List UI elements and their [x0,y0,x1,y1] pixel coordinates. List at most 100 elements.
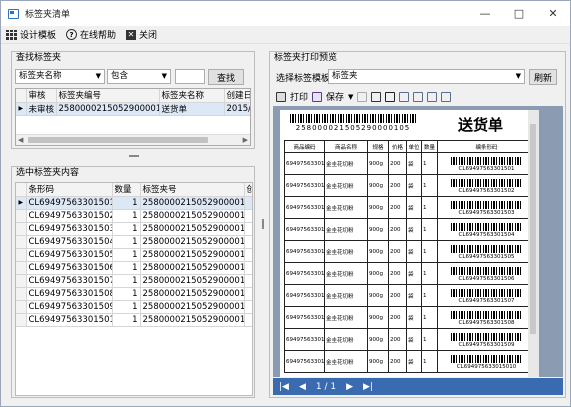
refresh-button[interactable]: 刷新 [529,69,557,85]
scroll-thumb[interactable] [530,124,536,334]
horizontal-scrollbar[interactable]: ◀ ▶ [16,134,250,145]
table-row[interactable]: CL694975633015061258000021505290000105 [16,261,252,275]
prev-page-icon[interactable]: ◀ [299,382,306,392]
preview-vertical-scrollbar[interactable] [528,110,539,377]
row-indicator-icon [16,313,27,327]
table-row[interactable]: CL694975633015031258000021505290000105 [16,222,252,236]
table-row[interactable]: CL694975633015081258000021505290000105 [16,287,252,301]
doc-cell: 6949756330150 [284,306,325,329]
template-select-value: 标签夹 [332,71,358,81]
search-operator-select[interactable]: 包含 ▼ [107,69,171,84]
binoculars-icon[interactable] [385,91,396,102]
splitter-grip[interactable] [129,155,139,157]
two-page-icon[interactable] [413,91,424,102]
search-results-grid[interactable]: 审核 标签夹编号 标签夹名称 创建日期 ▶ 未审核 25800002150529… [15,88,251,146]
cell-created [244,274,252,288]
doc-barcode-text: CL69497563301506 [458,276,515,282]
multi-page-icon[interactable] [427,91,438,102]
cell-folder-no: 258000021505290000105 [140,313,245,327]
zoom-icon[interactable] [441,91,452,102]
print-preview-area: 258000021505290000105 送货单 商品编码 商品名称 规格 价格 单位… [273,106,563,377]
doc-cell: 1 [421,196,438,219]
save-button[interactable]: 保存 [326,90,344,103]
search-field-select[interactable]: 标签夹名称 ▼ [15,69,105,84]
doc-column-header: 规格 [367,140,389,153]
doc-title: 送货单 [458,116,504,134]
single-page-icon[interactable] [399,91,410,102]
cell-folder-no: 258000021505290000105 [140,274,245,288]
preview-toolbar: 打印 保存 ▼ [273,88,563,105]
doc-row: 6949756330150金圭花切粉900g200袋1 CL69497563301… [284,240,536,263]
table-row[interactable]: ▶ 未审核 258000021505290000105 送货单 2015/5/ [16,102,250,116]
next-page-icon[interactable]: ▶ [346,382,353,392]
search-button[interactable]: 查找 [208,69,244,85]
barcode-graphic [450,201,523,209]
column-header-folder-id[interactable]: 标签夹编号 [56,89,160,103]
column-header-created[interactable]: 创 [244,183,252,197]
cell-folder-no: 258000021505290000105 [140,248,245,262]
doc-cell: 金圭花切粉 [324,174,368,197]
print-button[interactable]: 打印 [290,90,308,103]
doc-cell: 袋 [406,196,422,219]
search-value-input[interactable] [175,69,205,84]
cell-folder-no: 258000021505290000105 [140,209,245,223]
doc-cell: 200 [388,350,407,373]
cell-qty: 1 [112,248,141,262]
template-select[interactable]: 标签夹 ▼ [328,69,525,84]
design-template-button[interactable]: 设计模板 [6,28,56,41]
table-row[interactable]: ▶CL694975633015011258000021505290000105 [16,196,252,210]
doc-barcode-cell: CL69497563301502 [437,174,536,197]
cell-qty: 1 [112,235,141,249]
page-icon[interactable] [357,91,368,102]
last-page-icon[interactable]: ▶| [363,382,373,392]
barcode-graphic [450,245,523,253]
column-header-created[interactable]: 创建日期 [224,89,250,103]
online-help-button[interactable]: ? 在线帮助 [66,28,116,41]
preview-page: 258000021505290000105 送货单 商品编码 商品名称 规格 价格 单位… [280,110,539,377]
barcode-graphic [450,223,523,231]
doc-cell: 金圭花切粉 [324,350,368,373]
scroll-thumb[interactable] [28,137,208,143]
doc-row: 6949756330150金圭花切粉900g200袋1 CL69497563301… [284,218,536,241]
close-window-button[interactable]: ✕ [536,1,570,26]
table-row[interactable]: CL694975633015071258000021505290000105 [16,274,252,288]
vertical-splitter-grip[interactable] [262,219,264,229]
column-header-folder-name[interactable]: 标签夹名称 [159,89,225,103]
doc-cell: 袋 [406,284,422,307]
design-template-label: 设计模板 [20,31,57,41]
chevron-down-icon[interactable]: ▼ [348,93,353,101]
column-header-barcode[interactable]: 条形码 [26,183,113,197]
column-header-qty[interactable]: 数量 [112,183,141,197]
table-row[interactable]: CL694975633015041258000021505290000105 [16,235,252,249]
doc-column-header: 价格 [388,140,407,153]
scroll-right-icon[interactable]: ▶ [243,136,248,144]
doc-barcode-text: CL69497563301501 [458,166,515,172]
doc-cell: 1 [421,284,438,307]
doc-row: 6949756330150金圭花切粉900g200袋1 CL69497563301… [284,152,536,175]
content-pane: 选中标签夹内容 条形码 数量 标签夹号 创 ▶CL694975633015011… [11,166,255,398]
doc-cell: 200 [388,196,407,219]
close-button[interactable]: ✕ 关闭 [126,28,157,41]
maximize-button[interactable]: □ [502,1,536,26]
content-grid[interactable]: 条形码 数量 标签夹号 创 ▶CL69497563301501125800002… [15,182,253,396]
doc-row: 6949756330150金圭花切粉900g200袋1 CL69497563301… [284,328,536,351]
find-icon[interactable] [371,91,382,102]
doc-cell: 900g [367,152,389,175]
search-pane: 查找标签夹 标签夹名称 ▼ 包含 ▼ 查找 审核 标签夹编号 标签夹名称 创建日期 … [11,51,255,149]
table-row[interactable]: CL694975633015051258000021505290000105 [16,248,252,262]
first-page-icon[interactable]: |◀ [279,382,289,392]
cell-folder-no: 258000021505290000105 [140,300,245,314]
doc-cell: 900g [367,350,389,373]
scroll-left-icon[interactable]: ◀ [18,136,23,144]
row-indicator-icon [16,274,27,288]
doc-row: 6949756330150金圭花切粉900g200袋1 CL69497563301… [284,174,536,197]
table-row[interactable]: CL6949756330150101258000021505290000105 [16,313,252,327]
row-indicator-icon [16,300,27,314]
column-header-folder-no[interactable]: 标签夹号 [140,183,245,197]
column-header-status[interactable]: 审核 [26,89,57,103]
chevron-down-icon: ▼ [515,72,521,80]
table-row[interactable]: CL694975633015021258000021505290000105 [16,209,252,223]
minimize-button[interactable]: — [468,1,502,26]
table-row[interactable]: CL694975633015091258000021505290000105 [16,300,252,314]
doc-cell: 1 [421,218,438,241]
